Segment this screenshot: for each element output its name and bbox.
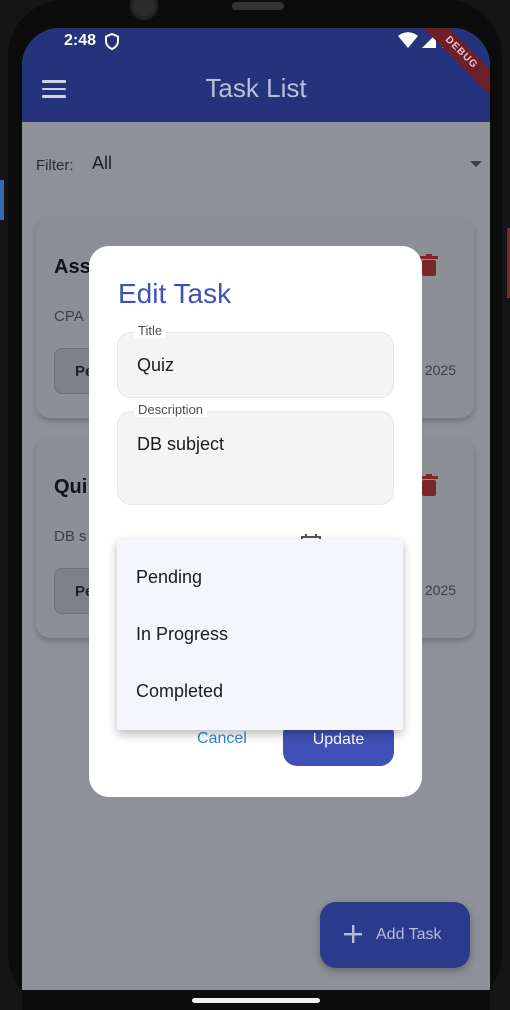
description-field[interactable]: Description DB subject: [117, 403, 394, 505]
dropdown-item-in-progress[interactable]: In Progress: [136, 624, 228, 645]
home-indicator[interactable]: [192, 998, 320, 1003]
earpiece-speaker: [232, 2, 284, 10]
cancel-button[interactable]: Cancel: [197, 730, 247, 748]
delete-icon[interactable]: [420, 474, 438, 496]
task-title: Ass: [54, 256, 91, 278]
add-task-label: Add Task: [376, 926, 442, 943]
task-description: DB s: [54, 528, 87, 545]
status-time: 2:48: [64, 32, 97, 49]
task-date: 2025: [424, 362, 456, 378]
task-description: CPA: [54, 308, 84, 325]
add-task-button[interactable]: Add Task: [320, 902, 470, 968]
chevron-down-icon: [470, 161, 482, 167]
task-title: Qui: [54, 476, 88, 498]
task-date: 2025: [424, 582, 456, 598]
title-field[interactable]: Title Quiz: [117, 324, 394, 398]
filter-label: Filter:: [36, 157, 74, 174]
status-dropdown-menu: Pending In Progress Completed: [117, 539, 403, 730]
dropdown-item-completed[interactable]: Completed: [136, 681, 223, 702]
app-title: Task List: [205, 73, 307, 103]
side-button-left: [0, 180, 4, 220]
app-bar: 2:48 Task List DEBUG: [22, 28, 490, 122]
shield-icon: [105, 33, 119, 50]
title-field-value: Quiz: [137, 355, 175, 375]
wifi-icon: [398, 32, 418, 48]
dialog-title: Edit Task: [118, 278, 232, 309]
filter-value: All: [92, 153, 113, 173]
description-field-value: DB subject: [137, 434, 225, 454]
delete-icon[interactable]: [420, 254, 438, 276]
description-field-label: Description: [134, 403, 208, 417]
title-field-label: Title: [134, 324, 167, 338]
phone-frame: 2:48 Task List DEBUG Filter: All Ass CPA: [0, 0, 510, 1010]
dropdown-item-pending[interactable]: Pending: [136, 567, 202, 588]
update-button-label: Update: [312, 731, 365, 748]
plus-icon: [344, 925, 362, 943]
filter-dropdown[interactable]: Filter: All: [36, 150, 482, 180]
